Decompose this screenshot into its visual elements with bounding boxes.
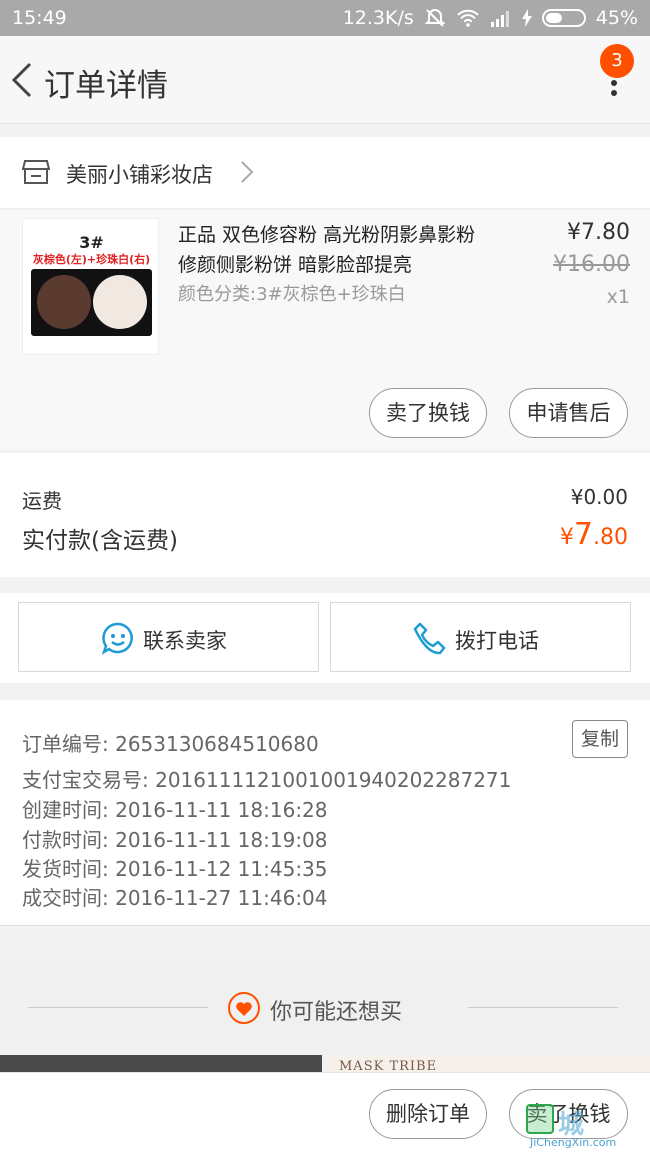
- paid-currency: ¥: [559, 525, 574, 550]
- thumb-caption: 灰棕色(左)+珍珠白(右): [32, 253, 151, 266]
- shop-row[interactable]: 美丽小铺彩妆店: [0, 137, 650, 209]
- back-icon[interactable]: [8, 58, 38, 102]
- call-phone-button[interactable]: 拨打电话: [330, 602, 631, 672]
- charging-icon: [521, 9, 532, 27]
- order-item[interactable]: 3# 灰棕色(左)+珍珠白(右) 正品 双色修容粉 高光粉阴影鼻影粉 修颜侧影粉…: [0, 210, 650, 450]
- status-bar: 15:49 12.3K/s 45%: [0, 0, 650, 36]
- battery-percent: 45%: [595, 7, 638, 29]
- product-thumbnail[interactable]: 3# 灰棕色(左)+珍珠白(右): [22, 218, 159, 355]
- thumb-number: 3#: [79, 233, 104, 252]
- product-spec: 颜色分类:3#灰棕色+珍珠白: [178, 284, 406, 305]
- paid-label: 实付款(含运费): [22, 528, 178, 554]
- notification-badge: 3: [600, 44, 634, 78]
- recommend-header: 你可能还想买: [0, 960, 650, 1058]
- product-title[interactable]: 正品 双色修容粉 高光粉阴影鼻影粉 修颜侧影粉饼 暗影脸部提亮: [178, 220, 498, 280]
- battery-fill: [545, 13, 562, 23]
- page-title: 订单详情: [44, 68, 168, 104]
- after-sale-button[interactable]: 申请售后: [509, 388, 628, 438]
- shipping-value: ¥0.00: [570, 485, 628, 509]
- delete-order-button[interactable]: 删除订单: [369, 1089, 487, 1139]
- shop-icon: [22, 160, 50, 184]
- recommend-title: 你可能还想买: [270, 1000, 403, 1025]
- divider-right: [468, 1007, 618, 1008]
- shipped-time: 发货时间: 2016-11-12 11:45:35: [22, 857, 328, 881]
- watermark-logo: 城 JiChengXin.com: [526, 1104, 642, 1152]
- sell-button[interactable]: 卖了换钱: [369, 388, 487, 438]
- contact-seller-button[interactable]: 联系卖家: [18, 602, 319, 672]
- divider-left: [28, 1007, 208, 1008]
- completed-time: 成交时间: 2016-11-27 11:46:04: [22, 886, 328, 910]
- chevron-right-icon: [241, 161, 254, 183]
- paid-dec: .80: [593, 525, 628, 550]
- product-price: ¥7.80: [567, 220, 630, 245]
- created-time: 创建时间: 2016-11-11 18:16:28: [22, 798, 328, 822]
- call-phone-label: 拨打电话: [455, 629, 539, 653]
- network-speed: 12.3K/s: [342, 7, 414, 29]
- shop-name[interactable]: 美丽小铺彩妆店: [66, 159, 213, 189]
- watermark-site: JiChengXin.com: [530, 1136, 617, 1149]
- status-right: 12.3K/s 45%: [343, 7, 638, 29]
- contact-seller-label: 联系卖家: [143, 629, 227, 653]
- nav-header: 订单详情 3: [0, 36, 650, 124]
- paid-time: 付款时间: 2016-11-11 18:19:08: [22, 828, 328, 852]
- pan-dark: [37, 275, 91, 329]
- wifi-icon: [457, 9, 479, 27]
- product-palette-image: [31, 269, 152, 336]
- original-price: ¥16.00: [553, 252, 630, 277]
- copy-button[interactable]: 复制: [572, 720, 628, 758]
- battery-icon: [541, 9, 586, 27]
- pan-light: [93, 275, 147, 329]
- status-time: 15:49: [12, 7, 67, 29]
- fees-section: 运费 ¥0.00 实付款(含运费) ¥7.80: [0, 453, 650, 577]
- paid-int: 7: [573, 517, 593, 552]
- order-info: 订单编号: 2653130684510680 复制 支付宝交易号: 201611…: [0, 700, 650, 926]
- alipay-number: 支付宝交易号: 2016111121001001940202287271: [22, 768, 512, 792]
- order-number: 订单编号: 2653130684510680: [22, 732, 319, 756]
- mute-alarm-icon: [424, 8, 446, 27]
- product-quantity: x1: [606, 286, 630, 308]
- contact-section: 联系卖家 拨打电话: [0, 593, 650, 683]
- shipping-label: 运费: [22, 489, 62, 513]
- watermark-icon: [526, 1104, 554, 1134]
- heart-icon: [228, 992, 260, 1024]
- paid-amount: ¥7.80: [560, 517, 628, 552]
- phone-icon: [413, 622, 446, 655]
- chat-icon: [101, 622, 133, 655]
- signal-icon: [490, 11, 509, 27]
